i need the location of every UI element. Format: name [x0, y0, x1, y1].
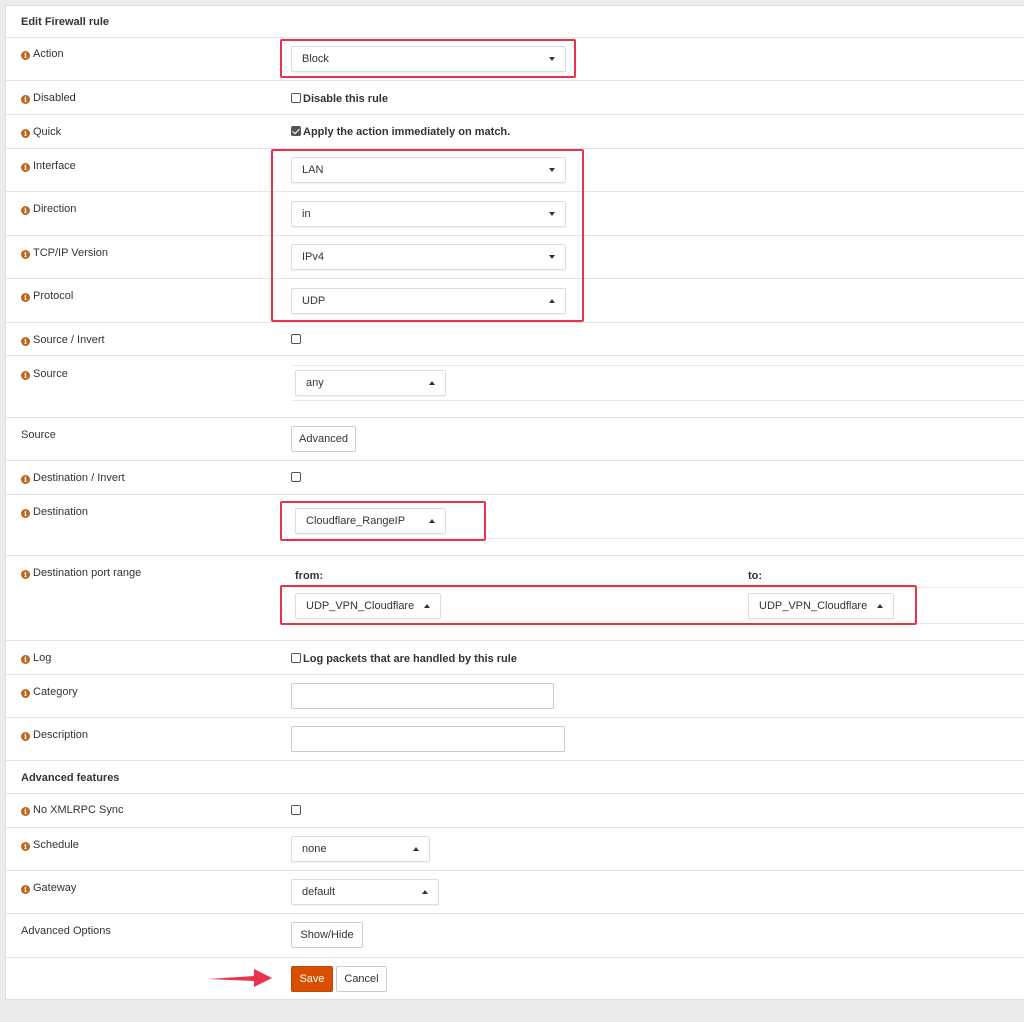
page-title: Edit Firewall rule [21, 16, 110, 28]
highlight-box [271, 149, 584, 322]
quick-label: i Quick [21, 125, 61, 139]
advanced-options-label: Advanced Options [21, 925, 111, 937]
description-input[interactable] [291, 726, 565, 752]
quick-text: Apply the action immediately on match. [303, 126, 511, 138]
divider [5, 717, 1024, 718]
divider [5, 760, 1024, 761]
divider [5, 640, 1024, 641]
disable-rule-checkbox[interactable] [291, 93, 301, 103]
schedule-select[interactable]: none [291, 836, 430, 862]
divider [5, 80, 1024, 81]
quick-checkbox[interactable] [291, 126, 301, 136]
source-advanced-label: Source [21, 429, 56, 441]
info-icon[interactable]: i [21, 655, 30, 664]
info-icon[interactable]: i [21, 206, 30, 215]
cancel-button[interactable]: Cancel [336, 966, 387, 992]
divider [5, 870, 1024, 871]
divider [5, 114, 1024, 115]
info-icon[interactable]: i [21, 95, 30, 104]
interface-label: i Interface [21, 159, 76, 173]
divider [291, 400, 1024, 401]
chevron-up-icon [422, 890, 428, 894]
destination-invert-checkbox[interactable] [291, 472, 301, 482]
show-hide-button[interactable]: Show/Hide [291, 922, 363, 948]
action-label: i Action [21, 47, 64, 61]
arrow-right-icon [208, 969, 272, 987]
destination-invert-label: i Destination / Invert [21, 471, 125, 485]
info-icon[interactable]: i [21, 732, 30, 741]
log-label: i Log [21, 651, 51, 665]
divider [5, 322, 1024, 323]
source-label: i Source [21, 367, 68, 381]
info-icon[interactable]: i [21, 371, 30, 380]
no-xmlrpc-checkbox[interactable] [291, 805, 301, 815]
destination-label: i Destination [21, 505, 88, 519]
dest-port-label: i Destination port range [21, 566, 141, 580]
info-icon[interactable]: i [21, 250, 30, 259]
chevron-up-icon [429, 381, 435, 385]
chevron-up-icon [413, 847, 419, 851]
description-label: i Description [21, 728, 88, 742]
divider [5, 355, 1024, 356]
info-icon[interactable]: i [21, 509, 30, 518]
log-text: Log packets that are handled by this rul… [303, 653, 517, 665]
advanced-button[interactable]: Advanced [291, 426, 356, 452]
divider [5, 674, 1024, 675]
info-icon[interactable]: i [21, 129, 30, 138]
divider [5, 957, 1024, 958]
log-checkbox[interactable] [291, 653, 301, 663]
divider [5, 37, 1024, 38]
category-label: i Category [21, 685, 78, 699]
gateway-label: i Gateway [21, 881, 76, 895]
ipversion-label: i TCP/IP Version [21, 246, 108, 260]
divider [5, 793, 1024, 794]
highlight-box [280, 501, 486, 541]
info-icon[interactable]: i [21, 337, 30, 346]
category-input[interactable] [291, 683, 554, 709]
disable-rule-text: Disable this rule [303, 93, 388, 105]
save-button[interactable]: Save [291, 966, 333, 992]
info-icon[interactable]: i [21, 807, 30, 816]
disabled-label: i Disabled [21, 91, 76, 105]
info-icon[interactable]: i [21, 293, 30, 302]
source-select[interactable]: any [295, 370, 446, 396]
from-label: from: [295, 570, 324, 582]
info-icon[interactable]: i [21, 475, 30, 484]
gateway-select[interactable]: default [291, 879, 439, 905]
no-xmlrpc-label: i No XMLRPC Sync [21, 803, 123, 817]
info-icon[interactable]: i [21, 570, 30, 579]
info-icon[interactable]: i [21, 689, 30, 698]
divider [5, 913, 1024, 914]
highlight-box [280, 585, 917, 625]
info-icon[interactable]: i [21, 163, 30, 172]
protocol-label: i Protocol [21, 289, 73, 303]
divider [5, 417, 1024, 418]
source-invert-checkbox[interactable] [291, 334, 301, 344]
divider [5, 460, 1024, 461]
info-icon[interactable]: i [21, 51, 30, 60]
divider [5, 555, 1024, 556]
schedule-label: i Schedule [21, 838, 79, 852]
info-icon[interactable]: i [21, 842, 30, 851]
source-invert-label: i Source / Invert [21, 333, 105, 347]
direction-label: i Direction [21, 202, 76, 216]
highlight-box [280, 39, 576, 78]
divider [5, 494, 1024, 495]
divider [5, 827, 1024, 828]
to-label: to: [748, 570, 763, 582]
advanced-features-title: Advanced features [21, 772, 120, 784]
divider [291, 365, 1024, 366]
info-icon[interactable]: i [21, 885, 30, 894]
